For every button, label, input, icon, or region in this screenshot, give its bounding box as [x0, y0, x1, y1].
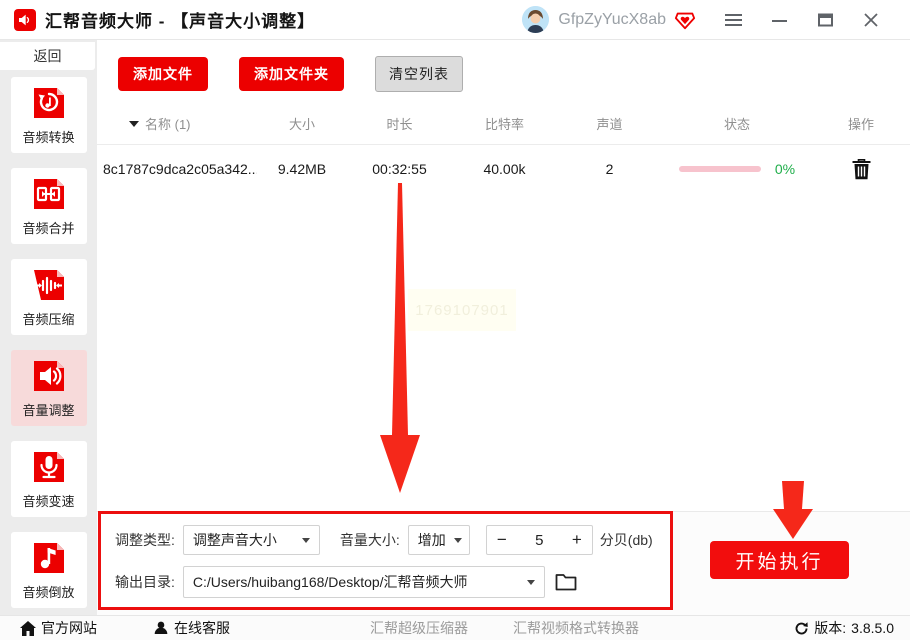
decrease-button[interactable]: −	[487, 526, 517, 554]
table-row[interactable]: 8c1787c9dca2c05a342... 9.42MB 00:32:55 4…	[97, 145, 910, 193]
video-converter-product-link[interactable]: 汇帮视频格式转换器	[513, 618, 639, 638]
increase-button[interactable]: +	[562, 526, 592, 554]
official-site-link[interactable]: 官方网站	[20, 618, 97, 638]
decibel-unit-label: 分贝(db)	[599, 532, 653, 548]
progress-bar	[678, 166, 761, 172]
sidebar-item-volume-adjust[interactable]: 音量调整	[10, 350, 87, 426]
username-label[interactable]: GfpZyYucX8ab	[558, 11, 666, 29]
start-button[interactable]: 开始执行	[710, 541, 849, 579]
folder-icon	[555, 574, 577, 591]
volume-value[interactable]: 5	[517, 526, 562, 554]
close-button[interactable]	[848, 0, 894, 40]
sidebar-item-audio-compress[interactable]: 音频压缩	[10, 259, 87, 335]
add-file-button[interactable]: 添加文件	[118, 57, 208, 91]
menu-icon[interactable]	[710, 0, 756, 40]
sidebar: 返回 音频转换 音频合并 音频压缩 音量调整 音频变速 音频倒放	[0, 40, 97, 615]
title-bar: 汇帮音频大师 - 【声音大小调整】 GfpZyYucX8ab	[0, 0, 910, 40]
sidebar-item-audio-speed[interactable]: 音频变速	[10, 441, 87, 517]
output-dir-label: 输出目录:	[115, 574, 175, 590]
output-path-value: C:/Users/huibang168/Desktop/汇帮音频大师	[192, 574, 468, 590]
online-service-link[interactable]: 在线客服	[153, 618, 230, 638]
minimize-button[interactable]	[756, 0, 802, 40]
support-person-icon	[154, 621, 168, 634]
sidebar-item-label: 音频压缩	[22, 312, 75, 327]
file-size-cell: 9.42MB	[277, 161, 327, 177]
trash-icon	[852, 158, 870, 179]
add-folder-button[interactable]: 添加文件夹	[239, 57, 344, 91]
tutorial-arrow-down-icon	[380, 183, 420, 493]
settings-panel: 调整类型: 调整声音大小 音量大小: 增加 − 5 + 分贝(db) 输出目录:…	[98, 511, 673, 610]
sidebar-item-audio-merge[interactable]: 音频合并	[10, 168, 87, 244]
volume-mode-select[interactable]: 增加	[407, 525, 470, 555]
table-header: 名称 (1) 大小 时长 比特率 声道 状态 操作	[97, 103, 910, 145]
column-header-actions: 操作	[847, 117, 874, 132]
sidebar-item-label: 音频倒放	[22, 585, 75, 600]
column-header-channels[interactable]: 声道	[557, 114, 662, 133]
file-duration-cell: 00:32:55	[372, 161, 427, 177]
delete-file-button[interactable]	[812, 158, 910, 180]
sidebar-item-label: 音频合并	[22, 221, 75, 236]
file-channels-cell: 2	[605, 161, 614, 177]
app-logo-speaker-icon	[14, 8, 36, 31]
back-button[interactable]: 返回	[0, 42, 95, 70]
sidebar-item-audio-reverse[interactable]: 音频倒放	[10, 532, 87, 608]
audio-speed-icon	[30, 448, 68, 486]
vip-badge-icon[interactable]	[674, 9, 696, 31]
column-header-name[interactable]: 名称 (1)	[97, 114, 257, 133]
sidebar-item-audio-convert[interactable]: 音频转换	[10, 77, 87, 153]
toolbar: 添加文件 添加文件夹 清空列表	[97, 40, 910, 92]
file-name-cell: 8c1787c9dca2c05a342...	[103, 161, 257, 177]
file-status-cell: 0%	[662, 161, 812, 177]
adjust-type-label: 调整类型:	[115, 532, 175, 548]
column-header-size[interactable]: 大小	[257, 114, 347, 133]
sort-caret-icon	[129, 120, 139, 127]
progress-percent-label: 0%	[774, 161, 796, 177]
sidebar-item-label: 音量调整	[22, 403, 75, 418]
audio-merge-icon	[30, 175, 68, 213]
sidebar-item-label: 音频转换	[22, 130, 75, 145]
footer-bar: 官方网站 在线客服 汇帮超级压缩器 汇帮视频格式转换器 版本: 3.8.5.0	[0, 615, 910, 640]
sidebar-item-label: 音频变速	[22, 494, 75, 509]
audio-reverse-icon	[30, 539, 68, 577]
output-dir-select[interactable]: C:/Users/huibang168/Desktop/汇帮音频大师	[182, 566, 545, 598]
column-header-status: 状态	[723, 117, 750, 132]
user-avatar[interactable]	[522, 6, 550, 33]
column-header-duration[interactable]: 时长	[347, 114, 452, 133]
compressor-product-link[interactable]: 汇帮超级压缩器	[370, 618, 468, 638]
audio-convert-icon	[30, 84, 68, 122]
volume-adjust-icon	[30, 357, 68, 395]
clear-list-button[interactable]: 清空列表	[375, 56, 463, 92]
volume-mode-label: 音量大小:	[339, 532, 400, 548]
browse-folder-button[interactable]	[555, 573, 577, 591]
version-info[interactable]: 版本: 3.8.5.0	[794, 618, 894, 638]
volume-stepper: − 5 +	[485, 525, 593, 555]
maximize-button[interactable]	[802, 0, 848, 40]
start-pointer-arrow-icon	[773, 481, 813, 539]
file-bitrate-cell: 40.00k	[483, 161, 526, 177]
chevron-down-icon	[301, 537, 310, 543]
audio-compress-icon	[30, 266, 68, 304]
window-title: 汇帮音频大师 - 【声音大小调整】	[45, 12, 316, 31]
main-panel: 添加文件 添加文件夹 清空列表 名称 (1) 大小 时长 比特率 声道 状态 操…	[97, 40, 910, 615]
adjust-type-select[interactable]: 调整声音大小	[182, 525, 320, 555]
column-header-bitrate[interactable]: 比特率	[452, 114, 557, 133]
chevron-down-icon	[526, 579, 535, 585]
update-refresh-icon	[795, 621, 809, 634]
chevron-down-icon	[453, 537, 462, 543]
home-icon	[20, 620, 36, 636]
